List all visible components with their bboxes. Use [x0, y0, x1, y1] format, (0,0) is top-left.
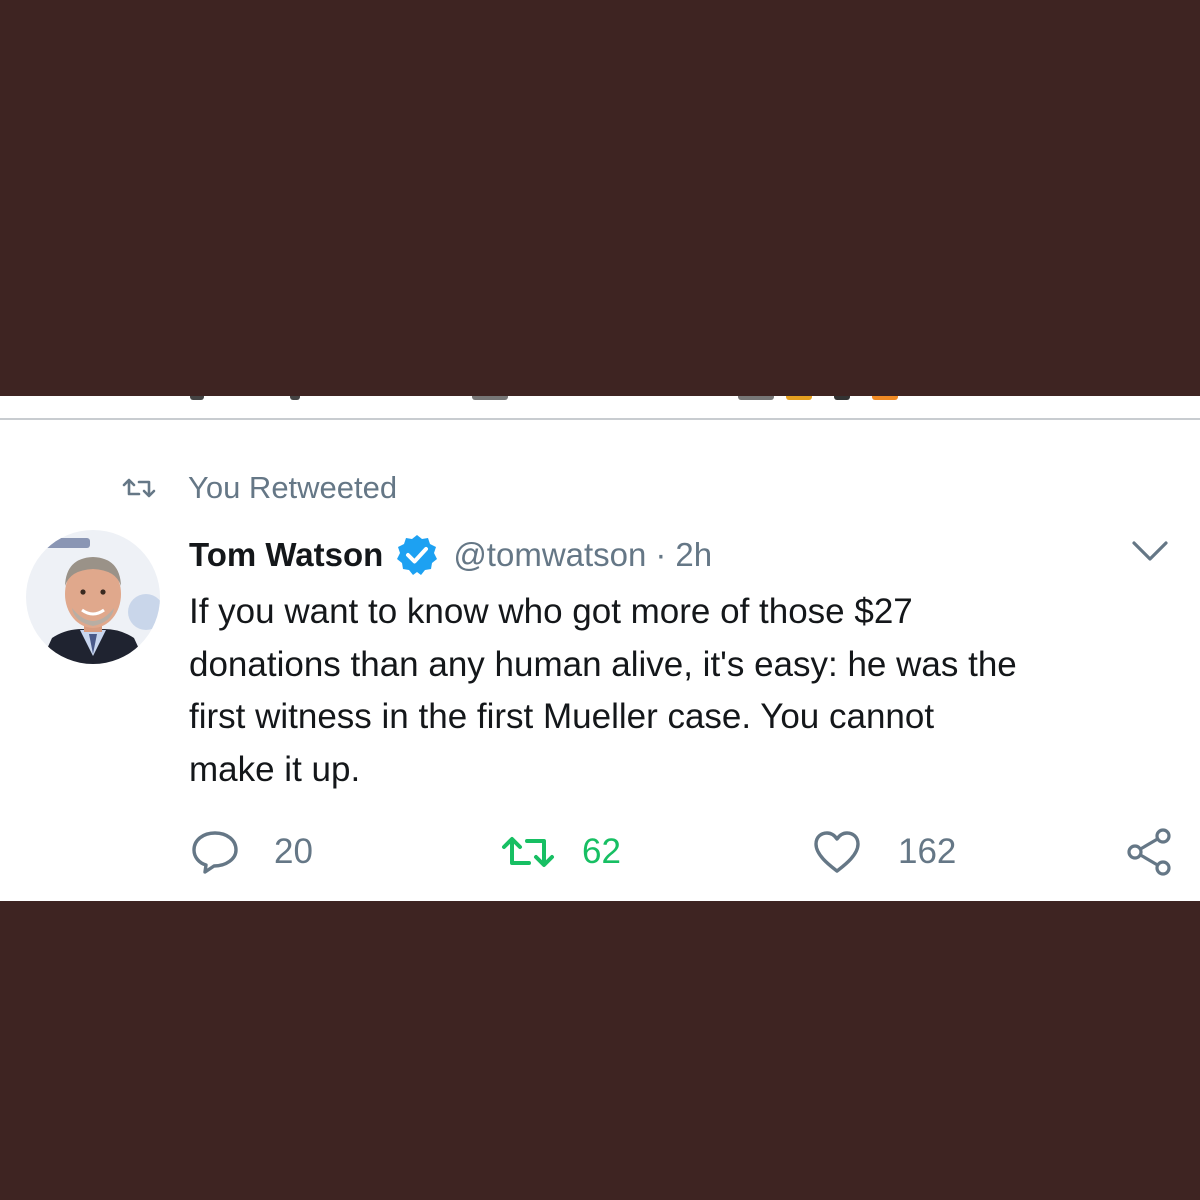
avatar-photo: [26, 530, 160, 664]
previous-tweet-glyph: [290, 396, 300, 400]
heart-icon: [814, 831, 860, 873]
retweet-icon: [122, 478, 156, 498]
tweet-header: Tom Watson @tomwatson · 2h: [189, 531, 712, 579]
share-icon: [1127, 828, 1171, 876]
tweet-text-line: If you want to know who got more of thos…: [189, 592, 913, 631]
reply-count: 20: [274, 832, 313, 871]
previous-tweet-emoji: [786, 396, 812, 400]
author-name[interactable]: Tom Watson: [189, 536, 383, 574]
retweet-icon: [502, 837, 554, 867]
retweet-context-label: You Retweeted: [188, 470, 398, 505]
share-button[interactable]: [1124, 826, 1174, 878]
avatar[interactable]: [26, 530, 160, 664]
previous-tweet-emoji: [872, 396, 898, 400]
previous-tweet-glyph: [190, 396, 204, 400]
author-handle[interactable]: @tomwatson: [453, 536, 646, 574]
tweet-text-line: first witness in the first Mueller case.…: [189, 697, 935, 736]
tweet-text-line: make it up.: [189, 749, 361, 789]
retweet-count: 62: [582, 832, 621, 871]
verified-badge-icon: [397, 535, 438, 575]
like-count: 162: [898, 832, 957, 871]
tweet-timestamp[interactable]: 2h: [675, 536, 712, 574]
previous-tweet-edge: [0, 396, 1200, 420]
previous-tweet-glyph: [738, 396, 774, 400]
retweet-context[interactable]: You Retweeted: [122, 468, 397, 508]
header-separator: ·: [655, 536, 667, 573]
screenshot-frame: You Retweeted Tom Watson @tomwatson · 2h: [0, 0, 1200, 1200]
previous-tweet-glyph: [834, 396, 850, 400]
tweet-text: If you want to know who got more of thos…: [189, 586, 1179, 796]
chevron-down-icon[interactable]: [1128, 535, 1172, 567]
tweet-text-line: donations than any human alive, it's eas…: [189, 644, 1017, 684]
like-button[interactable]: 162: [812, 826, 956, 878]
reply-icon: [192, 831, 238, 874]
retweet-button[interactable]: 62: [500, 826, 621, 878]
reply-button[interactable]: 20: [190, 826, 313, 878]
previous-tweet-glyph: [472, 396, 508, 400]
